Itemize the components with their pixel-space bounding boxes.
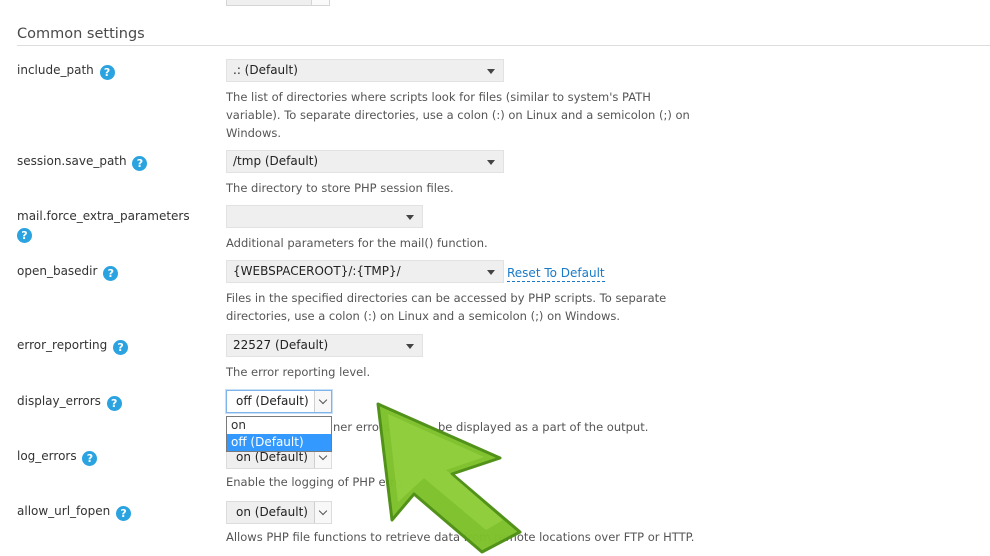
pointer-arrow-icon	[376, 402, 522, 554]
